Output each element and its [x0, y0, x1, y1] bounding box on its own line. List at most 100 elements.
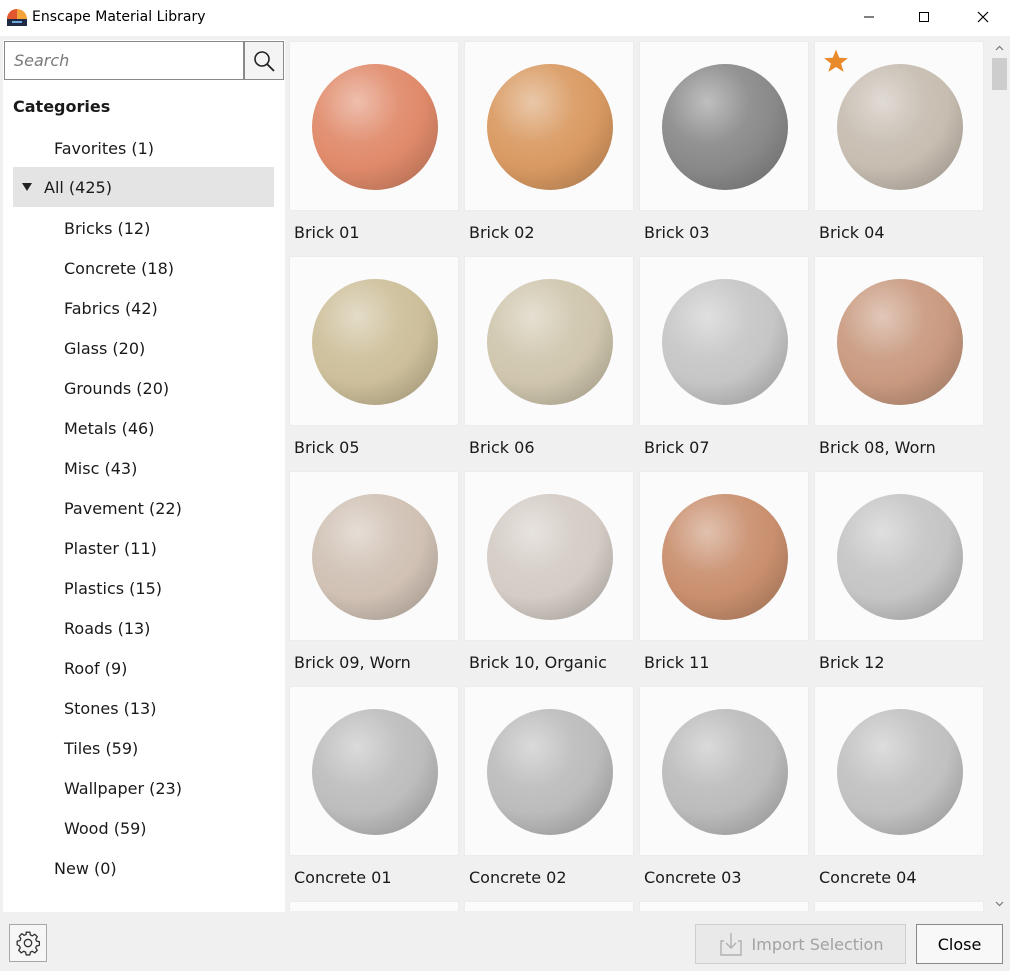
category-misc[interactable]: Misc (43) [3, 448, 274, 488]
material-grid: Brick 01 Brick 02 Brick 03 Brick 04 Bric… [289, 41, 989, 911]
search-input[interactable] [5, 42, 243, 79]
vertical-scrollbar[interactable] [991, 40, 1008, 912]
expand-triangle-icon[interactable] [22, 183, 32, 191]
sphere-shading [662, 709, 788, 835]
close-icon [977, 11, 989, 23]
material-tile-partial[interactable] [814, 901, 984, 911]
import-selection-label: Import Selection [751, 934, 884, 954]
material-name: Concrete 01 [294, 868, 392, 887]
search-icon [254, 50, 275, 72]
category-metals[interactable]: Metals (46) [3, 408, 274, 448]
sphere-shading [837, 279, 963, 405]
category-label: Wallpaper (23) [64, 778, 182, 798]
sphere-shading [662, 279, 788, 405]
material-tile-partial[interactable] [639, 901, 809, 911]
material-tile[interactable]: Brick 03 [639, 41, 809, 246]
category-pavement[interactable]: Pavement (22) [3, 488, 274, 528]
category-label: Roads (13) [64, 618, 151, 638]
material-tile[interactable]: Brick 11 [639, 471, 809, 676]
material-name: Brick 10, Organic [469, 653, 607, 672]
material-tile[interactable]: Brick 10, Organic [464, 471, 634, 676]
category-roof[interactable]: Roof (9) [3, 648, 274, 688]
material-tile[interactable]: Brick 12 [814, 471, 984, 676]
material-tile-partial[interactable] [289, 901, 459, 911]
material-tile[interactable]: Brick 04 [814, 41, 984, 246]
category-favorites[interactable]: Favorites (1) [3, 128, 274, 168]
sphere-shading [312, 279, 438, 405]
material-tile[interactable]: Concrete 01 [289, 686, 459, 891]
category-wood[interactable]: Wood (59) [3, 808, 274, 848]
search-button[interactable] [244, 41, 284, 80]
category-roads[interactable]: Roads (13) [3, 608, 274, 648]
material-name: Concrete 04 [819, 868, 917, 887]
scroll-down-button[interactable] [991, 896, 1008, 912]
material-thumbnail [289, 686, 459, 856]
favorite-star-shape [824, 49, 848, 72]
material-thumbnail [464, 41, 634, 211]
import-selection-button[interactable]: Import Selection [695, 924, 906, 964]
category-fabrics[interactable]: Fabrics (42) [3, 288, 274, 328]
category-label: Concrete (18) [64, 258, 175, 278]
search-field[interactable] [4, 41, 244, 80]
category-plastics[interactable]: Plastics (15) [3, 568, 274, 608]
category-wallpaper[interactable]: Wallpaper (23) [3, 768, 274, 808]
category-plaster[interactable]: Plaster (11) [3, 528, 274, 568]
category-concrete[interactable]: Concrete (18) [3, 248, 274, 288]
material-thumbnail [464, 256, 634, 426]
material-tile[interactable]: Brick 01 [289, 41, 459, 246]
settings-button[interactable] [9, 924, 47, 962]
material-name: Brick 04 [819, 223, 885, 242]
category-label: Grounds (20) [64, 378, 170, 398]
material-tile[interactable]: Concrete 04 [814, 686, 984, 891]
chevron-down-icon [995, 901, 1004, 907]
close-window-button[interactable] [960, 0, 1006, 34]
category-label: Glass (20) [64, 338, 146, 358]
maximize-icon [919, 12, 929, 22]
material-tile[interactable]: Brick 08, Worn [814, 256, 984, 461]
close-button[interactable]: Close [916, 924, 1003, 964]
category-new[interactable]: New (0) [3, 848, 274, 888]
window-title: Enscape Material Library [32, 9, 206, 25]
material-tile[interactable]: Brick 07 [639, 256, 809, 461]
category-all[interactable]: All (425) [13, 167, 274, 207]
material-tile[interactable]: Brick 05 [289, 256, 459, 461]
sphere-shading [487, 494, 613, 620]
material-tile[interactable]: Brick 06 [464, 256, 634, 461]
material-name: Brick 03 [644, 223, 710, 242]
material-thumbnail [639, 41, 809, 211]
material-tile[interactable]: Concrete 03 [639, 686, 809, 891]
minimize-icon [864, 16, 874, 18]
category-bricks[interactable]: Bricks (12) [3, 208, 274, 248]
sphere-shading [312, 709, 438, 835]
sphere-shading [837, 494, 963, 620]
material-name: Brick 02 [469, 223, 535, 242]
category-label: Plastics (15) [64, 578, 163, 598]
sphere-shading [837, 64, 963, 190]
material-thumbnail [814, 41, 984, 211]
category-tiles[interactable]: Tiles (59) [3, 728, 274, 768]
material-tile[interactable]: Brick 09, Worn [289, 471, 459, 676]
category-glass[interactable]: Glass (20) [3, 328, 274, 368]
scrollbar-thumb[interactable] [992, 58, 1007, 90]
material-thumbnail [289, 256, 459, 426]
categories-heading: Categories [13, 97, 111, 116]
category-grounds[interactable]: Grounds (20) [3, 368, 274, 408]
category-label: Fabrics (42) [64, 298, 158, 318]
category-stones[interactable]: Stones (13) [3, 688, 274, 728]
material-name: Brick 08, Worn [819, 438, 936, 457]
material-thumbnail [814, 471, 984, 641]
scroll-up-button[interactable] [991, 40, 1008, 56]
import-icon [719, 933, 742, 956]
category-label: Tiles (59) [64, 738, 139, 758]
material-tile[interactable]: Concrete 02 [464, 686, 634, 891]
material-thumbnail [814, 256, 984, 426]
maximize-button[interactable] [901, 0, 947, 34]
material-tile-partial[interactable] [464, 901, 634, 911]
material-thumbnail [814, 686, 984, 856]
favorite-star-icon[interactable] [823, 48, 849, 74]
sphere-shading [312, 494, 438, 620]
material-tile[interactable]: Brick 02 [464, 41, 634, 246]
category-label: New (0) [54, 858, 117, 878]
enscape-logo-icon [7, 9, 27, 26]
minimize-button[interactable] [846, 0, 892, 34]
